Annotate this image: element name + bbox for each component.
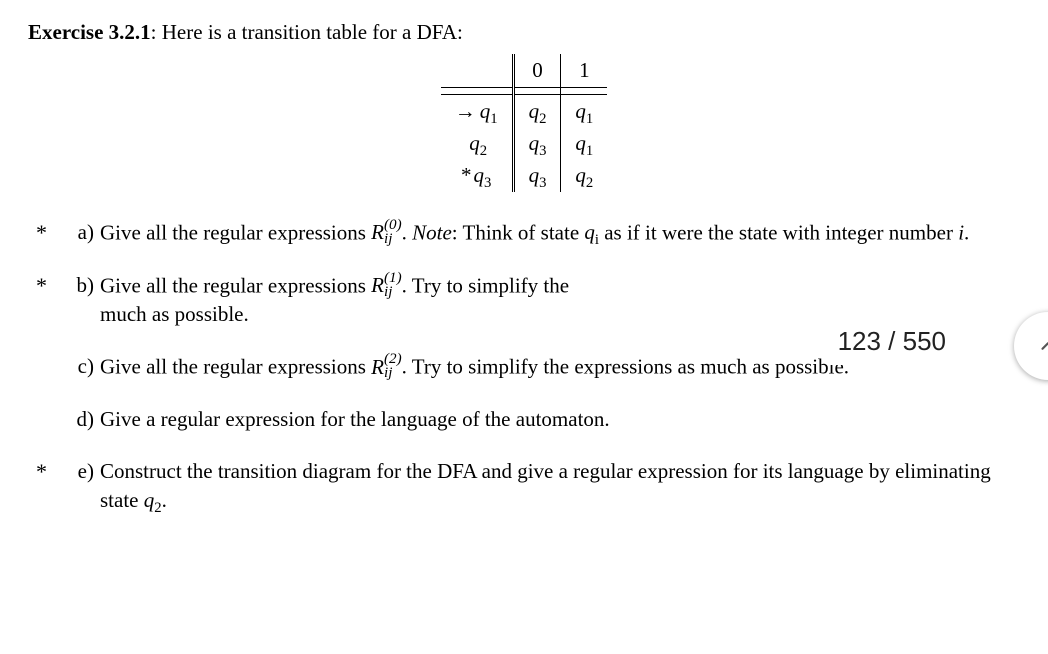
answer-asterisk-icon: *: [36, 271, 47, 301]
list-item: d) Give a regular expression for the lan…: [58, 405, 1020, 433]
R-expression: R(0)ij: [371, 220, 401, 244]
transition-table: 0 1 →q1 q2 q1 q2 q3 q1 *q3 q3 q2: [441, 54, 608, 191]
th-input-0: 0: [513, 54, 561, 87]
answer-asterisk-icon: *: [36, 218, 47, 248]
list-item: * a) Give all the regular expressions R(…: [58, 218, 1020, 247]
item-marker: b): [58, 271, 94, 299]
list-item: * e) Construct the transition diagram fo…: [58, 457, 1020, 514]
accepting-star-icon: *: [461, 163, 474, 187]
exercise-heading: Exercise 3.2.1: Here is a transition tab…: [28, 18, 1020, 46]
answer-asterisk-icon: *: [36, 457, 47, 487]
R-expression: R(1)ij: [371, 273, 401, 297]
chevron-up-icon: [1037, 335, 1048, 357]
table-header-row: 0 1: [441, 54, 608, 87]
table-row: q2 q3 q1: [441, 127, 608, 159]
item-marker: a): [58, 218, 94, 246]
page-indicator[interactable]: 123 / 550: [824, 318, 960, 365]
item-marker: e): [58, 457, 94, 485]
table-row: *q3 q3 q2: [441, 159, 608, 191]
exercise-intro: Here is a transition table for a DFA:: [157, 20, 463, 44]
item-marker: d): [58, 405, 94, 433]
th-blank: [441, 54, 513, 87]
item-marker: c): [58, 352, 94, 380]
transition-table-wrap: 0 1 →q1 q2 q1 q2 q3 q1 *q3 q3 q2: [28, 54, 1020, 191]
th-input-1: 1: [561, 54, 607, 87]
start-arrow-icon: →: [455, 99, 480, 123]
state-variable: q2: [144, 488, 162, 512]
exercise-label: Exercise 3.2.1: [28, 20, 151, 44]
state-variable: qi: [584, 220, 599, 244]
table-row: →q1 q2 q1: [441, 94, 608, 127]
exercise-items: * a) Give all the regular expressions R(…: [28, 218, 1020, 514]
document-page: Exercise 3.2.1: Here is a transition tab…: [0, 0, 1048, 514]
R-expression: R(2)ij: [371, 355, 401, 379]
